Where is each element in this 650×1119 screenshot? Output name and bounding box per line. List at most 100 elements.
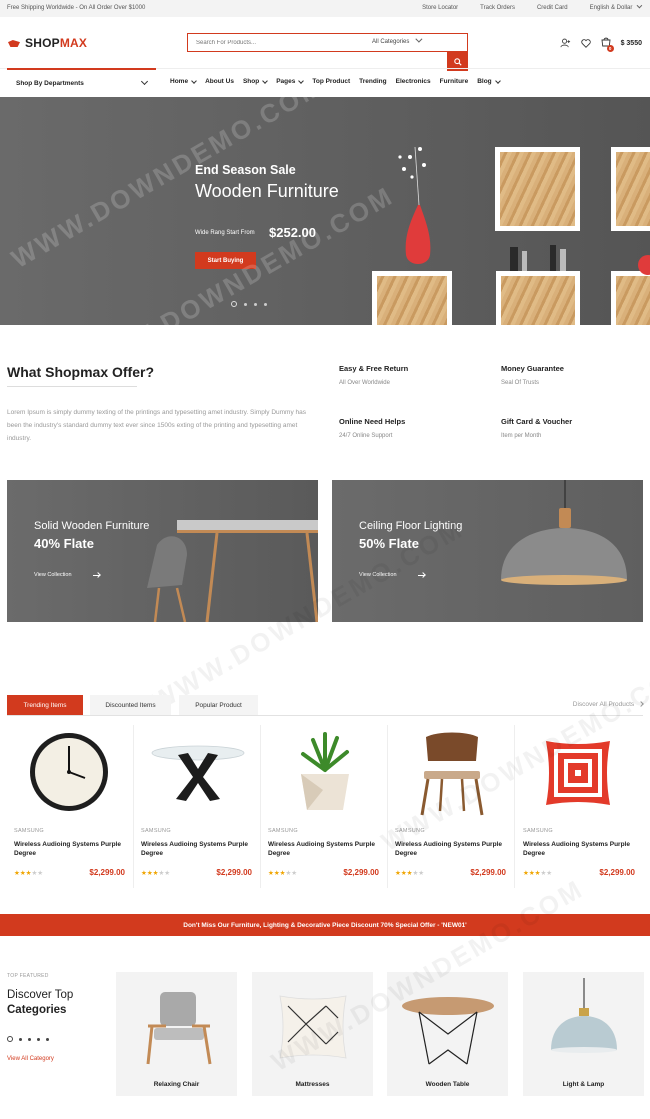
discover-all-products-link[interactable]: Discover All Products <box>573 701 644 708</box>
slider-dot[interactable] <box>46 1037 49 1041</box>
nav-furniture[interactable]: Furniture <box>440 78 469 85</box>
start-buying-button[interactable]: Start Buying <box>195 252 256 269</box>
product-name[interactable]: Wireless Audioing Systems Purple Degree <box>141 840 259 858</box>
chevron-down-icon <box>140 77 149 86</box>
category-label: Light & Lamp <box>562 1081 605 1088</box>
cart-total: $ 3550 <box>620 39 642 47</box>
nav-trending[interactable]: Trending <box>359 78 386 85</box>
track-orders-link[interactable]: Track Orders <box>480 5 515 11</box>
top-bar: Free Shipping Worldwide - On All Order O… <box>0 0 650 17</box>
tab-trending-items[interactable]: Trending Items <box>7 695 83 715</box>
shop-by-departments[interactable]: Shop By Departments <box>7 68 156 96</box>
view-collection-link[interactable]: View Collection <box>359 572 397 578</box>
category-label: Wooden Table <box>425 1081 470 1088</box>
product-name[interactable]: Wireless Audioing Systems Purple Degree <box>268 840 386 858</box>
slider-dot[interactable] <box>244 302 247 306</box>
hero-shelf-image <box>611 147 650 231</box>
view-all-category-link[interactable]: View All Category <box>7 1056 54 1062</box>
category-card[interactable]: Relaxing Chair <box>116 972 237 1096</box>
nav-home[interactable]: Home <box>170 77 197 85</box>
promo-banner-lighting[interactable]: Ceiling Floor Lighting 50% Flate View Co… <box>332 480 643 622</box>
product-card[interactable]: SAMSUNG Wireless Audioing Systems Purple… <box>261 725 388 888</box>
promo-strip: Don't Miss Our Furniture, Lighting & Dec… <box>0 914 650 936</box>
heart-icon[interactable] <box>580 38 591 48</box>
category-card[interactable]: Mattresses <box>252 972 373 1096</box>
credit-card-link[interactable]: Credit Card <box>537 5 568 11</box>
store-locator-link[interactable]: Store Locator <box>422 5 458 11</box>
nav-pages[interactable]: Pages <box>276 77 305 85</box>
category-card[interactable]: Wooden Table <box>387 972 508 1096</box>
product-rating: ★★★★★ <box>141 870 171 877</box>
product-card[interactable]: SAMSUNG Wireless Audioing Systems Purple… <box>388 725 515 888</box>
language-currency-select[interactable]: English & Dollar <box>590 2 643 11</box>
product-card[interactable]: SAMSUNG Wireless Audioing Systems Purple… <box>134 725 261 888</box>
view-collection-link[interactable]: View Collection <box>34 572 72 578</box>
nav-shop[interactable]: Shop <box>242 77 269 85</box>
arrow-right-icon <box>93 575 100 576</box>
patterned-pillow-image <box>546 741 610 805</box>
feature-title: Online Need Helps <box>339 417 406 426</box>
arrow-right-icon <box>418 575 425 576</box>
product-brand: SAMSUNG <box>268 828 298 834</box>
product-price: $2,299.00 <box>470 868 506 877</box>
categories-title: Discover Top Categories <box>7 988 73 1018</box>
product-name[interactable]: Wireless Audioing Systems Purple Degree <box>395 840 513 858</box>
nav-label: Shop <box>242 78 260 85</box>
slider-dot-active[interactable] <box>7 1036 13 1042</box>
product-rating: ★★★★★ <box>268 870 298 877</box>
potted-plant-image <box>301 732 349 810</box>
offer-description: Lorem Ipsum is simply dummy texting of t… <box>7 409 306 442</box>
product-rating: ★★★★★ <box>395 870 425 877</box>
slider-dots <box>231 301 267 307</box>
categories-eyebrow: TOP FEATURED <box>7 973 49 979</box>
tab-popular-product[interactable]: Popular Product <box>179 695 258 715</box>
banner-title: Ceiling Floor Lighting <box>359 520 463 532</box>
category-label: Mattresses <box>295 1081 330 1088</box>
search-icon <box>453 57 462 66</box>
slider-dot-active[interactable] <box>231 301 237 307</box>
hero-shelf-image <box>372 271 452 325</box>
tabs-divider <box>7 715 643 716</box>
logo-icon <box>8 38 22 48</box>
slider-dot[interactable] <box>28 1037 31 1041</box>
slider-dot[interactable] <box>37 1037 40 1041</box>
nav-blog[interactable]: Blog <box>477 77 501 85</box>
category-card[interactable]: Light & Lamp <box>523 972 644 1096</box>
nav-label: About Us <box>205 78 234 85</box>
nav-about-us[interactable]: About Us <box>205 78 234 85</box>
mattresses-pillow-image <box>279 995 347 1059</box>
account-icon[interactable] <box>560 38 571 48</box>
slider-dot[interactable] <box>19 1037 22 1041</box>
banner-discount: 40% Flate <box>34 536 94 551</box>
shipping-notice: Free Shipping Worldwide - On All Order O… <box>7 5 146 11</box>
hero-shelf-image <box>495 147 580 231</box>
promo-banner-furniture[interactable]: Solid Wooden Furniture 40% Flate View Co… <box>7 480 318 622</box>
cart-count-badge: 0 <box>606 45 614 52</box>
logo[interactable]: SHOPMAX <box>8 36 87 50</box>
category-label: Relaxing Chair <box>153 1081 200 1088</box>
bookends-image <box>510 245 566 271</box>
vase-image <box>398 146 431 264</box>
glass-table-image <box>151 745 245 801</box>
wall-clock-image <box>30 733 108 811</box>
logo-text: SHOPMAX <box>25 36 87 50</box>
product-price: $2,299.00 <box>343 868 379 877</box>
nav-top-product[interactable]: Top Product <box>312 78 350 85</box>
product-card[interactable]: SAMSUNG Wireless Audioing Systems Purple… <box>7 725 134 888</box>
product-name[interactable]: Wireless Audioing Systems Purple Degree <box>14 840 132 858</box>
table-chair-image <box>147 520 318 622</box>
product-name[interactable]: Wireless Audioing Systems Purple Degree <box>523 840 641 858</box>
wooden-chair-image <box>420 732 484 816</box>
cart-button[interactable]: 0 <box>601 37 614 52</box>
feature-subtitle: Item per Month <box>501 433 542 439</box>
slider-dot[interactable] <box>264 302 267 306</box>
search-input[interactable] <box>196 37 356 48</box>
category-select[interactable]: All Categories <box>372 35 423 45</box>
tab-discounted-items[interactable]: Discounted Items <box>90 695 171 715</box>
hero-headline: End Season Sale <box>195 163 296 177</box>
feature-title: Money Guarantee <box>501 364 564 373</box>
slider-dot[interactable] <box>254 302 257 306</box>
nav-electronics[interactable]: Electronics <box>396 78 431 85</box>
hero-price: $252.00 <box>269 225 316 240</box>
product-card[interactable]: SAMSUNG Wireless Audioing Systems Purple… <box>516 725 643 888</box>
